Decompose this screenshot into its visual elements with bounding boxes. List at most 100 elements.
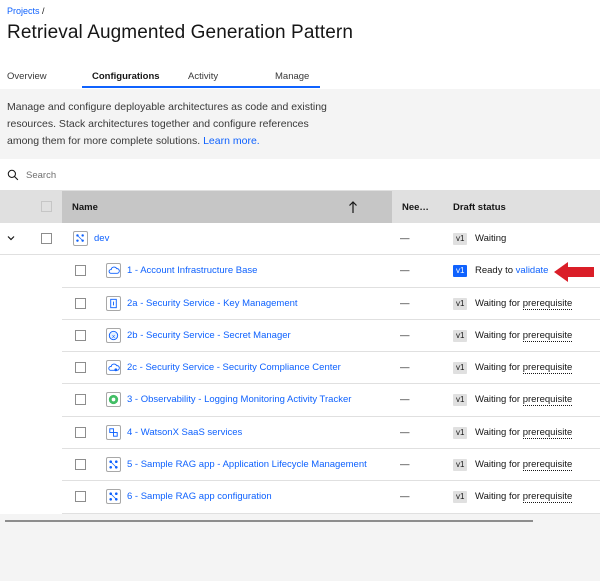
prerequisite-link[interactable]: prerequisite xyxy=(522,394,573,407)
row-draft-status: Waiting for prerequisite xyxy=(475,297,573,310)
row-name-link[interactable]: 5 - Sample RAG app - Application Lifecyc… xyxy=(127,459,367,470)
watsonx-icon xyxy=(106,424,121,440)
row-name-link[interactable]: 2b - Security Service - Secret Manager xyxy=(127,330,291,341)
version-tag: v1 xyxy=(453,329,468,342)
table-row[interactable]: 5 - Sample RAG app - Application Lifecyc… xyxy=(0,449,600,482)
status-text: Waiting for xyxy=(475,491,523,503)
prerequisite-link[interactable]: prerequisite xyxy=(522,362,573,375)
description-text: Manage and configure deployable architec… xyxy=(7,101,327,147)
horizontal-scrollbar[interactable] xyxy=(5,520,533,522)
prerequisite-link[interactable]: prerequisite xyxy=(522,426,573,439)
version-tag: v1 xyxy=(453,459,468,472)
row-name-link[interactable]: 3 - Observability - Logging Monitoring A… xyxy=(127,394,351,405)
version-tag: v1 xyxy=(453,426,468,439)
row-checkbox[interactable] xyxy=(75,491,86,503)
status-text: Waiting for xyxy=(475,362,523,374)
stack-icon xyxy=(73,231,88,246)
cloud-shield-icon xyxy=(106,360,121,376)
row-draft-status: Ready to validate xyxy=(475,265,548,276)
table-row[interactable]: 2a - Security Service - Key Management — v… xyxy=(0,287,600,321)
row-checkbox[interactable] xyxy=(75,394,86,406)
row-draft-status: Waiting for prerequisite xyxy=(475,362,573,375)
table-row[interactable]: 4 - WatsonX SaaS services — v1 Waiting for … xyxy=(0,416,600,450)
row-checkbox[interactable] xyxy=(75,265,86,277)
name-column-sort-area[interactable] xyxy=(62,191,392,223)
configurations-table: Name Nee… Draft status dev — v1 Waiting … xyxy=(0,191,600,514)
prerequisite-link[interactable]: prerequisite xyxy=(522,459,573,472)
row-name-link[interactable]: 6 - Sample RAG app configuration xyxy=(127,491,272,502)
row-name-link[interactable]: 4 - WatsonX SaaS services xyxy=(127,427,242,438)
version-tag: v1 xyxy=(453,233,468,245)
table-row[interactable]: x 2b - Security Service - Secret Manager —… xyxy=(0,319,600,353)
description-section: Manage and configure deployable architec… xyxy=(0,89,600,159)
cloud-icon xyxy=(106,263,121,279)
status-text: Waiting for xyxy=(475,394,523,406)
row-checkbox[interactable] xyxy=(75,329,86,341)
row-checkbox[interactable] xyxy=(75,459,86,471)
row-name-link[interactable]: 2a - Security Service - Key Management xyxy=(127,298,298,309)
version-tag: v1 xyxy=(453,491,468,504)
version-tag: v1 xyxy=(453,297,468,310)
row-name-link[interactable]: 2c - Security Service - Security Complia… xyxy=(127,362,341,373)
status-text: Waiting for xyxy=(475,426,523,438)
active-tab-indicator xyxy=(82,86,320,88)
row-needs: — xyxy=(400,265,410,277)
tab-bar: Overview Configurations Activity Manage xyxy=(0,66,600,89)
version-tag: v1 xyxy=(453,265,468,278)
sort-ascending-icon[interactable] xyxy=(348,200,358,214)
learn-more-link[interactable]: Learn more. xyxy=(203,135,260,147)
row-checkbox[interactable] xyxy=(75,362,86,374)
row-checkbox[interactable] xyxy=(75,297,86,309)
status-text: Waiting for xyxy=(475,459,523,471)
key-icon xyxy=(106,295,121,311)
row-draft-status: Waiting for prerequisite xyxy=(475,394,573,407)
row-name-link[interactable]: dev xyxy=(94,233,109,244)
table-row[interactable]: 2c - Security Service - Security Complia… xyxy=(0,352,600,385)
table-group-row-dev[interactable]: dev — v1 Waiting xyxy=(0,223,600,256)
row-needs: — xyxy=(400,233,410,244)
select-all-checkbox[interactable] xyxy=(41,201,52,212)
breadcrumb: Projects / xyxy=(7,6,45,16)
row-needs: — xyxy=(400,329,410,341)
search-icon xyxy=(7,169,19,181)
row-draft-status: Waiting for prerequisite xyxy=(475,491,573,504)
row-needs: — xyxy=(400,491,410,503)
column-header-name: Name xyxy=(72,202,98,213)
breadcrumb-separator: / xyxy=(39,6,45,16)
validate-link[interactable]: validate xyxy=(516,265,549,276)
status-text: Waiting for xyxy=(475,329,523,341)
table-row[interactable]: 6 - Sample RAG app configuration — v1 Waiti… xyxy=(0,481,600,514)
status-text: Waiting for xyxy=(475,297,523,309)
secret-icon: x xyxy=(106,327,121,343)
annotation-arrow-icon xyxy=(554,262,594,282)
row-draft-status: Waiting for prerequisite xyxy=(475,329,573,342)
table-row[interactable]: 3 - Observability - Logging Monitoring A… xyxy=(0,384,600,418)
row-needs: — xyxy=(400,297,410,309)
column-header-needs[interactable]: Nee… xyxy=(402,191,429,223)
table-header: Name Nee… Draft status xyxy=(0,191,600,223)
row-checkbox[interactable] xyxy=(41,233,52,244)
row-checkbox[interactable] xyxy=(75,426,86,438)
row-needs: — xyxy=(400,362,410,374)
breadcrumb-projects-link[interactable]: Projects xyxy=(7,6,40,16)
status-text: Ready to xyxy=(475,265,516,277)
tab-overview[interactable]: Overview xyxy=(7,66,47,89)
prerequisite-link[interactable]: prerequisite xyxy=(522,329,573,342)
prerequisite-link[interactable]: prerequisite xyxy=(522,491,573,504)
version-tag: v1 xyxy=(453,362,468,375)
row-draft-status: Waiting for prerequisite xyxy=(475,426,573,439)
pipeline-icon xyxy=(106,489,121,505)
search-input[interactable] xyxy=(26,166,326,184)
column-header-draft-status[interactable]: Draft status xyxy=(453,191,506,223)
search-bar xyxy=(0,159,600,191)
row-needs: — xyxy=(400,459,410,471)
row-needs: — xyxy=(400,394,410,406)
table-row[interactable]: 1 - Account Infrastructure Base — v1 Ready … xyxy=(0,255,600,288)
prerequisite-link[interactable]: prerequisite xyxy=(522,297,573,310)
row-draft-status: Waiting for prerequisite xyxy=(475,459,573,472)
observability-icon xyxy=(106,392,121,408)
chevron-down-icon[interactable] xyxy=(6,233,16,243)
page-title: Retrieval Augmented Generation Pattern xyxy=(7,22,354,43)
page-description: Manage and configure deployable architec… xyxy=(7,99,337,150)
row-name-link[interactable]: 1 - Account Infrastructure Base xyxy=(127,265,257,276)
